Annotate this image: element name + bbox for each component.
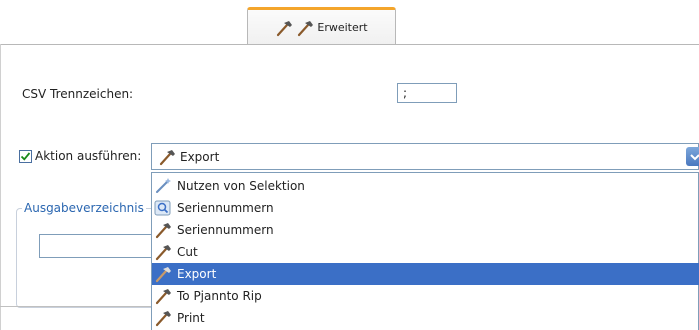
action-select[interactable]: Export <box>151 143 699 170</box>
dropdown-item-cut[interactable]: Cut <box>152 241 699 263</box>
dropdown-item-label: Print <box>177 311 205 325</box>
dropdown-item-seriennummern-1[interactable]: Seriennummern <box>152 197 699 219</box>
chevron-down-icon <box>690 153 699 160</box>
output-directory-group <box>16 208 156 308</box>
action-select-value: Export <box>180 149 220 164</box>
dropdown-item-nutzen[interactable]: Nutzen von Selektion <box>152 175 699 197</box>
dropdown-item-label: Seriennummern <box>177 223 274 237</box>
hammer-icon <box>277 20 293 36</box>
magnifier-icon <box>154 200 171 216</box>
checkmark-icon <box>20 152 31 161</box>
tab-erweitert[interactable]: Erweitert <box>247 7 396 45</box>
csv-separator-input[interactable]: ; <box>397 83 457 103</box>
dropdown-item-export[interactable]: Export <box>152 263 699 285</box>
action-checkbox[interactable] <box>19 150 32 163</box>
dropdown-item-seriennummern-2[interactable]: Seriennummern <box>152 219 699 241</box>
csv-separator-label: CSV Trennzeichen: <box>22 87 134 101</box>
divider <box>0 306 160 307</box>
dropdown-item-label: Export <box>177 267 217 281</box>
dropdown-item-label: Nutzen von Selektion <box>177 179 305 193</box>
dropdown-item-label: Seriennummern <box>177 201 274 215</box>
hammer-icon <box>155 267 171 283</box>
hammer-icon <box>155 311 171 327</box>
dropdown-item-label: To Pjannto Rip <box>177 289 262 303</box>
hammer-icon <box>155 245 171 261</box>
panel-border <box>0 44 699 45</box>
panel-border-left <box>0 44 1 330</box>
dropdown-item-to-pjannto-rip[interactable]: To Pjannto Rip <box>152 285 699 307</box>
action-dropdown-list: Nutzen von Selektion Seriennummern Serie… <box>151 172 699 330</box>
hammer-icon <box>155 223 171 239</box>
hammer-icon <box>155 289 171 305</box>
dropdown-item-print[interactable]: Print <box>152 307 699 329</box>
dropdown-item-label: Cut <box>177 245 198 259</box>
dropdown-toggle-button[interactable] <box>686 147 699 166</box>
output-directory-legend: Ausgabeverzeichnis <box>22 201 146 215</box>
action-label: Aktion ausführen: <box>35 149 142 163</box>
wand-icon <box>156 178 171 193</box>
tab-label: Erweitert <box>317 21 368 34</box>
hammer-icon <box>159 149 175 165</box>
output-directory-input[interactable] <box>39 234 159 258</box>
hammer-icon <box>298 20 314 36</box>
